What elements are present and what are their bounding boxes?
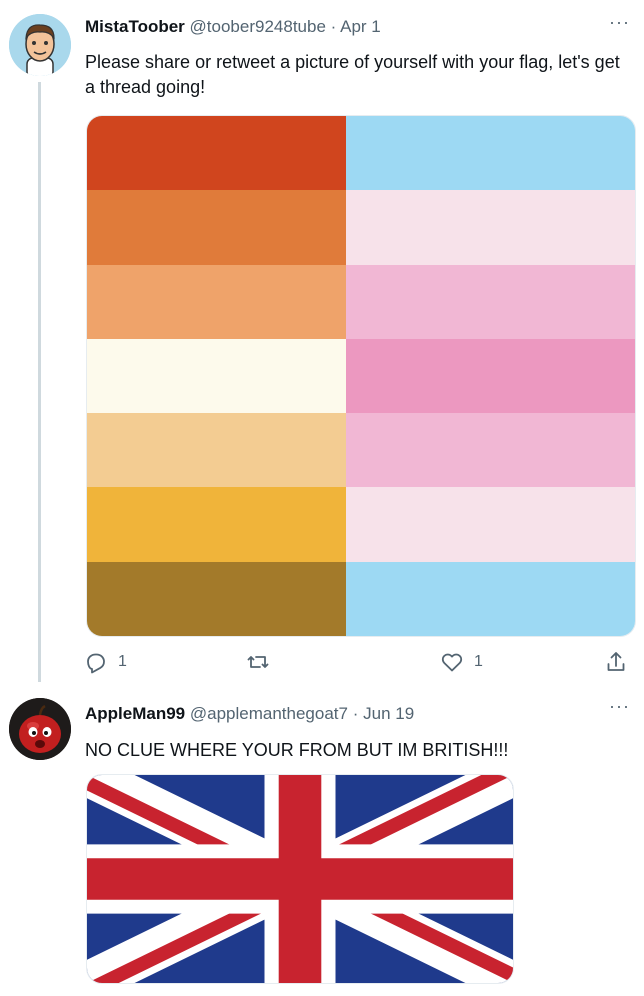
left-stripe-2: [87, 190, 346, 265]
left-stripe-6: [87, 487, 346, 562]
reply-icon: [87, 653, 105, 674]
tweet-actions: 1 1: [84, 650, 636, 678]
right-stripe-3: [346, 264, 635, 339]
right-stripe-7: [346, 561, 635, 636]
author-handle[interactable]: @toober9248tube: [190, 17, 326, 36]
flag-right-half: [346, 116, 635, 636]
left-stripe-1: [87, 116, 346, 191]
tweet[interactable]: MistaToober @toober9248tube · Apr 1 ··· …: [0, 0, 644, 690]
reply-button[interactable]: 1: [84, 650, 127, 674]
tweet-date[interactable]: Apr 1: [340, 17, 381, 36]
right-stripe-2: [346, 190, 635, 265]
right-stripe-5: [346, 413, 635, 488]
like-button[interactable]: 1: [440, 650, 483, 674]
cartoon-boy-avatar[interactable]: [9, 14, 71, 76]
share-icon: [607, 652, 625, 671]
union-jack-flag: [87, 775, 513, 983]
retweet-button[interactable]: [246, 650, 280, 674]
red-apple-character-avatar[interactable]: [9, 698, 71, 760]
retweet-icon: [247, 656, 269, 668]
left-stripe-5: [87, 413, 346, 488]
left-stripe-3: [87, 264, 346, 339]
left-stripe-7: [87, 561, 346, 636]
right-stripe-6: [346, 487, 635, 562]
more-options-icon[interactable]: ···: [609, 696, 630, 717]
tweet[interactable]: AppleMan99 @applemanthegoat7 · Jun 19 ··…: [0, 690, 644, 996]
left-stripe-4: [87, 338, 346, 414]
tweet-header: AppleMan99 @applemanthegoat7 · Jun 19: [85, 704, 414, 724]
like-count: 1: [474, 653, 483, 670]
tweet-header: MistaToober @toober9248tube · Apr 1: [85, 17, 381, 37]
tweet-media-image[interactable]: [86, 774, 514, 984]
author-handle[interactable]: @applemanthegoat7: [190, 704, 348, 723]
right-stripe-1: [346, 116, 635, 191]
separator-dot: ·: [352, 704, 359, 723]
author-name[interactable]: MistaToober: [85, 17, 185, 36]
right-stripe-4: [346, 338, 635, 414]
share-button[interactable]: [604, 650, 628, 674]
flag-left-half: [87, 116, 346, 636]
separator-dot: ·: [330, 17, 337, 36]
thread-connector-line: [38, 82, 41, 682]
tweet-media-image[interactable]: [86, 115, 636, 637]
tweet-text: NO CLUE WHERE YOUR FROM BUT IM BRITISH!!…: [85, 740, 509, 760]
tweet-text: Please share or retweet a picture of you…: [85, 52, 620, 97]
reply-count: 1: [118, 653, 127, 670]
tweet-date[interactable]: Jun 19: [363, 704, 414, 723]
heart-icon: [441, 653, 463, 672]
author-name[interactable]: AppleMan99: [85, 704, 185, 723]
more-options-icon[interactable]: ···: [609, 12, 630, 33]
